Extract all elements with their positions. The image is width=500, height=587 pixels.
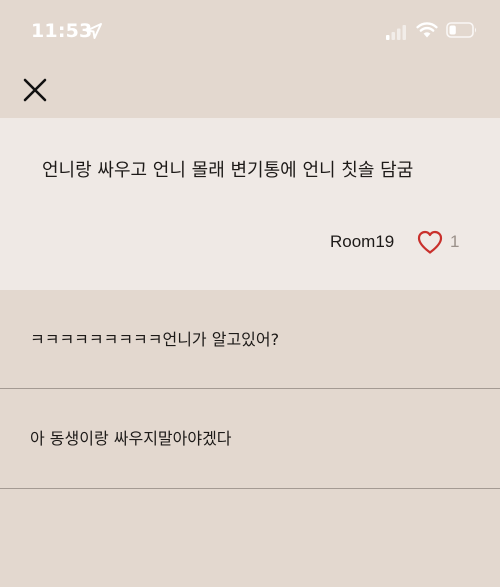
like-count: 1	[450, 232, 460, 251]
wifi-icon	[416, 22, 438, 38]
post-author[interactable]: Room19	[330, 232, 394, 252]
status-time: 11:53	[31, 20, 93, 42]
close-icon	[23, 78, 47, 102]
location-arrow-icon	[86, 23, 102, 39]
heart-outline-icon	[417, 230, 443, 254]
comment-item	[0, 489, 500, 587]
post-card: 언니랑 싸우고 언니 몰래 변기통에 언니 칫솔 담굼 Room19 1	[0, 118, 500, 290]
status-bar: 11:53	[0, 0, 500, 60]
close-button[interactable]	[18, 72, 54, 108]
post-title: 언니랑 싸우고 언니 몰래 변기통에 언니 칫솔 담굼	[42, 160, 414, 181]
battery-icon	[446, 22, 476, 38]
cellular-signal-icon	[386, 25, 406, 40]
comment-item: 아 동생이랑 싸우지말아야겠다	[0, 389, 500, 487]
comment-text: ㅋㅋㅋㅋㅋㅋㅋㅋㅋ언니가 알고있어?	[30, 330, 280, 349]
like-button[interactable]	[416, 229, 444, 255]
comment-text: 아 동생이랑 싸우지말아야겠다	[30, 429, 232, 448]
comment-item: ㅋㅋㅋㅋㅋㅋㅋㅋㅋ언니가 알고있어?	[0, 290, 500, 388]
